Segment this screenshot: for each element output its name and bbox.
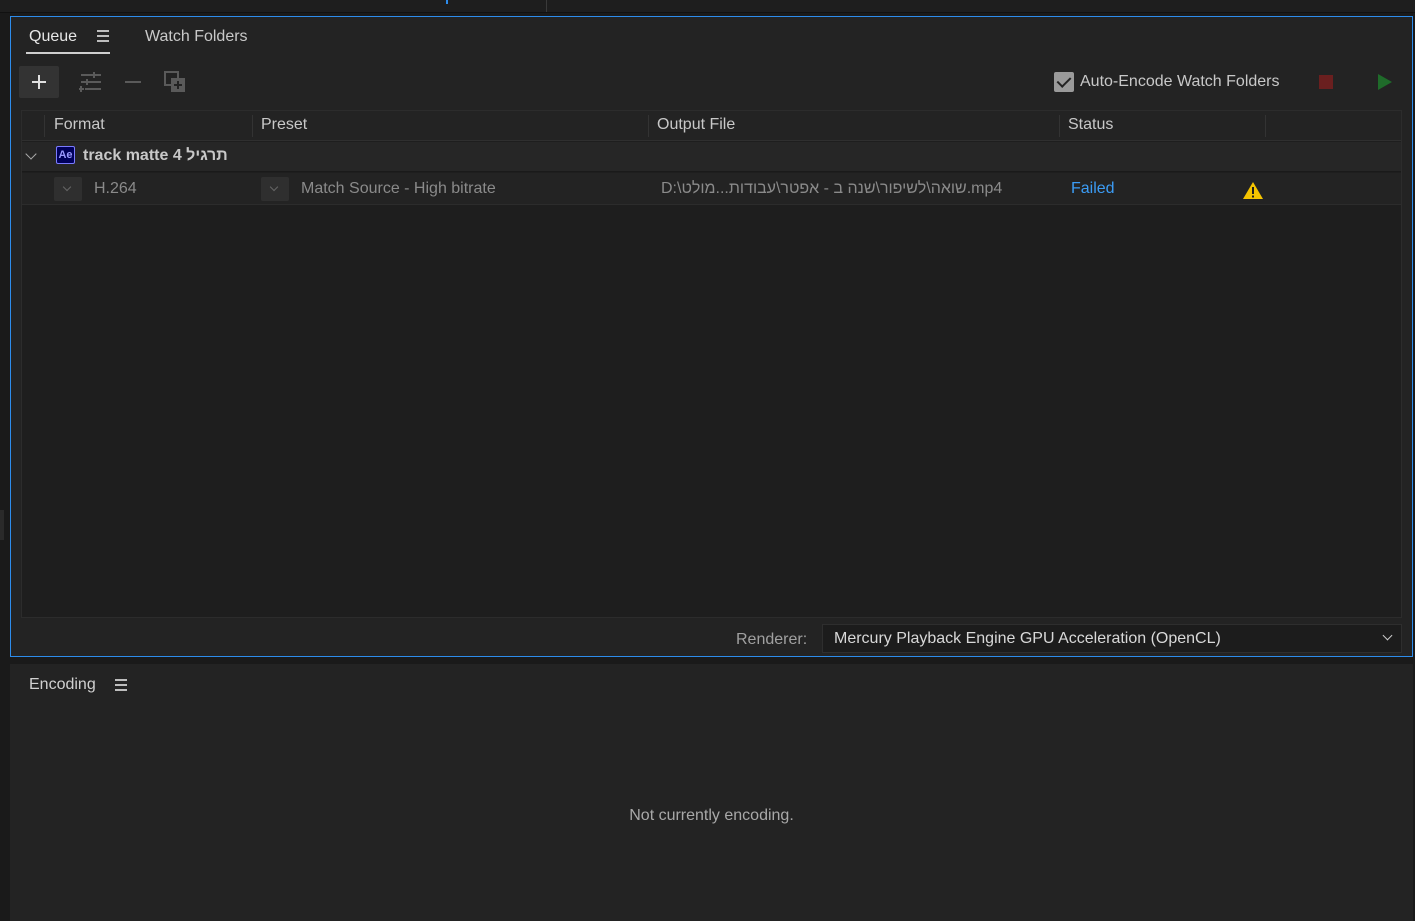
auto-encode-label: Auto-Encode Watch Folders <box>1080 73 1280 90</box>
tab-indicator <box>446 0 448 4</box>
panel-resize-handle[interactable] <box>0 510 4 540</box>
column-separator <box>252 115 253 137</box>
column-header-format[interactable]: Format <box>54 116 105 134</box>
encoding-status-text: Not currently encoding. <box>629 807 794 824</box>
queue-panel-menu-icon[interactable] <box>97 30 109 42</box>
status-failed-link[interactable]: Failed <box>1071 180 1115 198</box>
tab-queue[interactable]: Queue <box>29 28 77 46</box>
queue-panel: Queue Watch Folders Auto-Encode Watch Fo… <box>10 16 1413 657</box>
queue-item-row[interactable]: H.264 Match Source - High bitrate D:\שוא… <box>22 173 1401 205</box>
renderer-label: Renderer: <box>736 631 808 648</box>
queue-tab-bar: Queue Watch Folders <box>11 17 1412 57</box>
column-header-output-file[interactable]: Output File <box>657 116 735 134</box>
column-separator <box>648 115 649 137</box>
stop-queue-button[interactable] <box>1319 75 1333 89</box>
plus-icon-vertical <box>38 75 40 89</box>
active-tab-underline <box>26 52 110 54</box>
divider <box>546 0 547 12</box>
column-separator <box>1059 115 1060 137</box>
duplicate-icon <box>164 71 185 92</box>
queue-toolbar: Auto-Encode Watch Folders <box>19 66 1399 98</box>
queue-group-row[interactable]: Ae track matte 4 תרגיל <box>22 142 1401 172</box>
after-effects-icon: Ae <box>56 146 75 164</box>
duplicate-button[interactable] <box>155 66 195 98</box>
export-settings-button[interactable] <box>71 66 111 98</box>
encoding-panel: Encoding Not currently encoding. <box>10 664 1413 921</box>
minus-icon <box>125 81 141 83</box>
start-queue-button[interactable] <box>1378 74 1392 90</box>
group-name: track matte 4 תרגיל <box>83 147 228 164</box>
table-header: Format Preset Output File Status <box>22 111 1401 141</box>
auto-encode-toggle[interactable]: Auto-Encode Watch Folders <box>1054 72 1280 92</box>
auto-encode-checkbox[interactable] <box>1054 72 1074 92</box>
column-header-preset[interactable]: Preset <box>261 116 307 134</box>
encoding-panel-menu-icon[interactable] <box>115 679 127 691</box>
remove-item-button[interactable] <box>113 66 153 98</box>
settings-sliders-icon <box>79 72 101 92</box>
format-value[interactable]: H.264 <box>94 180 137 198</box>
chevron-down-icon <box>1382 630 1393 641</box>
encoding-panel-title[interactable]: Encoding <box>29 676 96 694</box>
queue-table: Format Preset Output File Status Ae trac… <box>21 110 1402 618</box>
tab-watch-folders[interactable]: Watch Folders <box>145 28 248 46</box>
warning-icon[interactable] <box>1242 181 1264 200</box>
column-separator <box>44 115 45 137</box>
top-strip <box>0 0 1415 13</box>
format-dropdown[interactable] <box>54 177 82 201</box>
renderer-bar: Renderer: Mercury Playback Engine GPU Ac… <box>11 621 1412 657</box>
preset-value[interactable]: Match Source - High bitrate <box>301 180 496 198</box>
chevron-down-icon[interactable] <box>25 148 37 160</box>
column-separator <box>1265 115 1266 137</box>
column-header-status[interactable]: Status <box>1068 116 1113 134</box>
output-file-path[interactable]: D:\שואה\לשיפור\שנה ב - אפטר\עבודות...מול… <box>661 180 1002 198</box>
renderer-value: Mercury Playback Engine GPU Acceleration… <box>834 630 1221 647</box>
preset-dropdown[interactable] <box>261 177 289 201</box>
add-source-button[interactable] <box>19 66 59 98</box>
renderer-select[interactable]: Mercury Playback Engine GPU Acceleration… <box>822 624 1402 653</box>
